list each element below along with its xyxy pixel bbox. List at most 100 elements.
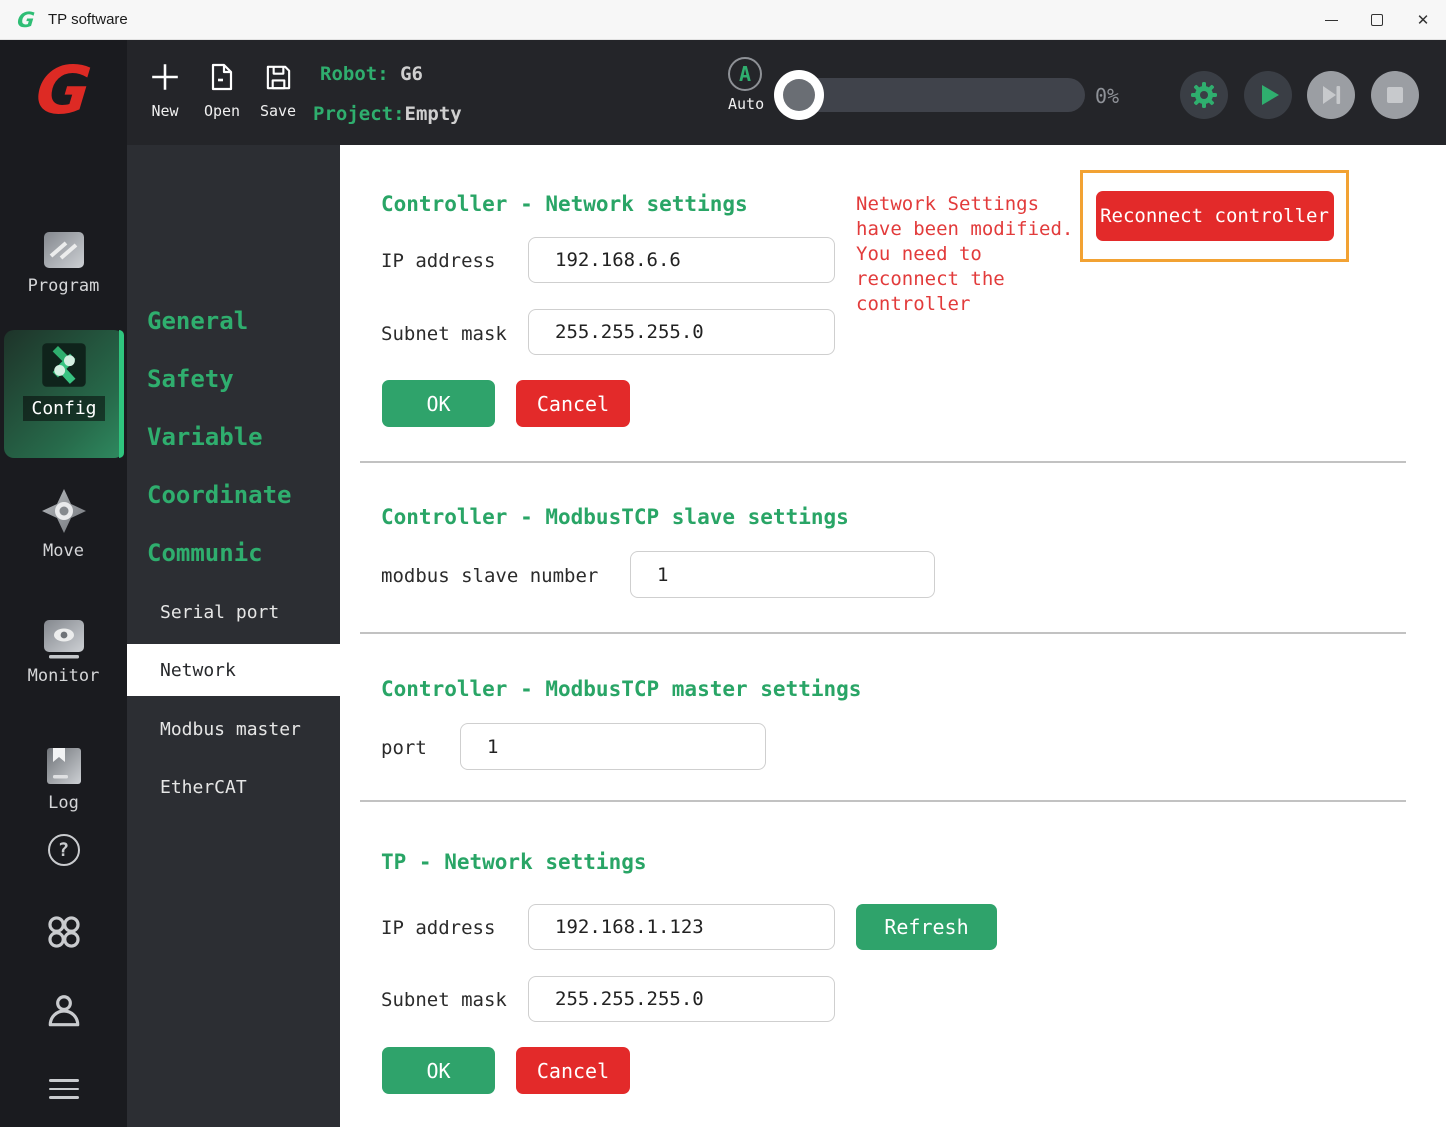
reconnect-highlight-box: Reconnect controller — [1080, 170, 1349, 262]
log-icon — [0, 745, 127, 787]
monitor-icon — [0, 618, 127, 660]
project-label: Project: — [313, 103, 405, 125]
nav-item-network[interactable]: Network — [127, 644, 340, 696]
user-button[interactable] — [0, 992, 127, 1030]
save-label: Save — [248, 102, 308, 120]
controller-mask-input[interactable] — [528, 309, 835, 355]
top-toolbar: New Open Save Robot: G6 Project:Empty A … — [127, 40, 1446, 145]
help-button[interactable]: ? — [0, 834, 127, 866]
reconnect-controller-button[interactable]: Reconnect controller — [1096, 191, 1334, 241]
section-title: Controller - ModbusTCP master settings — [381, 677, 861, 701]
sidebar-item-move[interactable]: Move — [0, 487, 127, 561]
maximize-icon — [1371, 14, 1383, 26]
stop-icon — [1382, 82, 1408, 108]
app-logo-icon: G — [13, 8, 40, 32]
section-title: Controller - ModbusTCP slave settings — [381, 505, 849, 529]
controller-ip-input[interactable] — [528, 237, 835, 283]
auto-glyph: A — [739, 62, 751, 86]
window-title: TP software — [48, 11, 128, 28]
apps-icon — [45, 913, 83, 951]
tp-network-section: TP - Network settings IP address Refresh… — [340, 801, 1446, 1127]
open-label: Open — [192, 102, 252, 120]
modbus-slave-number-input[interactable] — [630, 551, 935, 598]
nav-item-serial-port[interactable]: Serial port — [160, 602, 279, 623]
user-icon — [45, 992, 83, 1030]
apps-button[interactable] — [0, 913, 127, 951]
modbus-slave-section: Controller - ModbusTCP slave settings mo… — [340, 463, 1446, 633]
new-label: New — [135, 102, 195, 120]
modbus-master-port-input[interactable] — [460, 723, 766, 770]
robot-status: Robot: G6 — [320, 63, 423, 85]
sidebar-item-program[interactable]: Program — [0, 230, 127, 296]
help-glyph: ? — [58, 839, 69, 861]
section-title: TP - Network settings — [381, 850, 647, 874]
settings-button[interactable] — [1180, 71, 1228, 119]
window-controls: ✕ — [1308, 0, 1446, 40]
nav-item-coordinate[interactable]: Coordinate — [147, 481, 292, 509]
stop-button[interactable] — [1371, 71, 1419, 119]
speed-slider-track[interactable] — [778, 78, 1085, 112]
nav-item-ethercat[interactable]: EtherCAT — [160, 777, 247, 798]
minimize-button[interactable] — [1308, 0, 1354, 40]
help-icon: ? — [48, 834, 80, 866]
subnet-mask-label: Subnet mask — [381, 323, 507, 345]
close-icon: ✕ — [1417, 11, 1430, 29]
refresh-button[interactable]: Refresh — [856, 904, 997, 950]
gear-icon — [1189, 80, 1219, 110]
nav-item-general[interactable]: General — [147, 307, 248, 335]
auto-mode-label: Auto — [728, 95, 762, 113]
ip-address-label: IP address — [381, 917, 495, 939]
sidebar-item-monitor[interactable]: Monitor — [0, 618, 127, 686]
nav-item-communic[interactable]: Communic — [147, 539, 263, 567]
maximize-button[interactable] — [1354, 0, 1400, 40]
close-button[interactable]: ✕ — [1400, 0, 1446, 40]
controller-cancel-button[interactable]: Cancel — [516, 380, 630, 427]
sidebar-item-label: Program — [0, 276, 127, 296]
tp-mask-input[interactable] — [528, 976, 835, 1022]
brand-logo-icon: G — [0, 58, 130, 124]
modbus-master-section: Controller - ModbusTCP master settings p… — [340, 633, 1446, 801]
hamburger-menu-icon — [49, 1073, 79, 1105]
port-label: port — [381, 737, 427, 759]
play-button[interactable] — [1244, 71, 1292, 119]
ip-address-label: IP address — [381, 250, 495, 272]
menu-button[interactable] — [0, 1073, 127, 1105]
controller-ok-button[interactable]: OK — [382, 380, 495, 427]
robot-value: G6 — [400, 63, 423, 85]
controller-network-section: Controller - Network settings IP address… — [340, 145, 1446, 462]
minimize-icon — [1325, 20, 1338, 21]
tp-ip-input[interactable] — [528, 904, 835, 950]
save-button[interactable]: Save — [248, 57, 308, 120]
nav-item-safety[interactable]: Safety — [147, 365, 234, 393]
play-icon — [1255, 82, 1281, 108]
save-icon — [248, 57, 308, 97]
move-icon — [0, 487, 127, 535]
tp-ok-button[interactable]: OK — [382, 1047, 495, 1094]
step-forward-icon — [1318, 82, 1344, 108]
nav-item-modbus-master[interactable]: Modbus master — [160, 719, 301, 740]
sidebar-item-log[interactable]: Log — [0, 745, 127, 813]
title-bar: G TP software ✕ — [0, 0, 1446, 40]
primary-sidebar: G Program Config Move — [0, 40, 127, 1127]
sidebar-item-label: Move — [0, 541, 127, 561]
project-status: Project:Empty — [313, 103, 462, 125]
app-window: G TP software ✕ G Program Config — [0, 0, 1446, 1127]
modbus-slave-number-label: modbus slave number — [381, 565, 598, 587]
new-button[interactable]: New — [135, 57, 195, 120]
open-icon — [192, 57, 252, 97]
subnet-mask-label: Subnet mask — [381, 989, 507, 1011]
speed-slider-knob[interactable] — [774, 70, 824, 120]
sidebar-item-label: Config — [23, 396, 104, 421]
open-button[interactable]: Open — [192, 57, 252, 120]
tp-cancel-button[interactable]: Cancel — [516, 1047, 630, 1094]
sidebar-item-label: Log — [0, 793, 127, 813]
auto-mode-button[interactable]: A Auto — [728, 57, 762, 113]
network-settings-panel: Controller - Network settings IP address… — [340, 145, 1446, 1127]
project-value: Empty — [405, 103, 462, 125]
step-button[interactable] — [1307, 71, 1355, 119]
network-modified-warning: Network Settings have been modified. You… — [856, 192, 1084, 317]
nav-item-variable[interactable]: Variable — [147, 423, 263, 451]
speed-percentage: 0% — [1095, 84, 1119, 108]
nav-item-network-label: Network — [160, 660, 236, 681]
sidebar-item-config[interactable]: Config — [4, 330, 124, 458]
